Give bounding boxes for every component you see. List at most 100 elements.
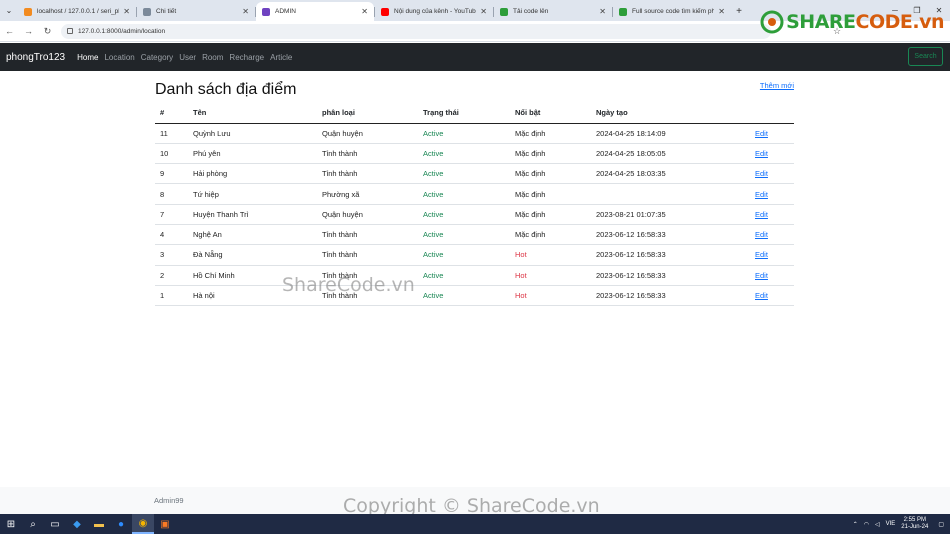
logo-share-text: SHARE: [786, 11, 856, 33]
notification-icon[interactable]: ▢: [938, 521, 944, 528]
tab-favicon-icon: [500, 7, 508, 16]
volume-icon[interactable]: ◁: [875, 521, 880, 528]
browser-tab[interactable]: Chi tiết ✕: [137, 2, 255, 21]
task-view-icon[interactable]: ▭: [44, 514, 66, 534]
nav-link-article[interactable]: Article: [270, 53, 292, 62]
cell-actions: Edit: [750, 204, 794, 225]
cell-name: Đà Nẵng: [188, 244, 317, 266]
tab-close-icon[interactable]: ✕: [480, 7, 487, 16]
table-row: 7 Huyện Thanh Trì Quận huyện Active Mặc định…: [155, 204, 794, 225]
cell-created: 2023-06-12 16:58:33: [591, 265, 750, 286]
vscode-icon[interactable]: ◆: [66, 514, 88, 534]
app-navbar: phongTro123 Home Location Category User Room…: [0, 43, 950, 71]
url-input[interactable]: 127.0.0.1:8000/admin/location: [61, 23, 771, 39]
cell-created: 2023-06-12 16:58:33: [591, 244, 750, 266]
table-row: 4 Nghệ An Tỉnh thành Active Mặc định 2023-06-…: [155, 224, 794, 246]
cell-actions: Edit: [750, 224, 794, 246]
windows-taskbar: ⊞ ⌕ ▭ ◆ ▬ ● ◉ ▣ ⌃ ◠ ◁ VIE 2:55 PM 21-Jun…: [0, 514, 950, 534]
cell-actions: Edit: [750, 163, 794, 185]
nav-link-category[interactable]: Category: [141, 53, 173, 62]
edit-link[interactable]: Edit: [755, 210, 768, 219]
edit-link[interactable]: Edit: [755, 169, 768, 178]
navbar-brand[interactable]: phongTro123: [6, 52, 65, 63]
browser-tab[interactable]: localhost / 127.0.0.1 / seri_pho ✕: [18, 2, 136, 21]
back-icon[interactable]: ←: [0, 26, 19, 36]
page-title: Danh sách địa điểm: [155, 81, 297, 98]
tab-close-icon[interactable]: ✕: [242, 7, 249, 16]
tab-close-icon[interactable]: ✕: [123, 7, 130, 16]
cell-name: Huyện Thanh Trì: [188, 204, 317, 225]
table-row: 11 Quỳnh Lưu Quận huyện Active Mặc định 2024-…: [155, 123, 794, 144]
edit-link[interactable]: Edit: [755, 149, 768, 158]
tray-chevron-icon[interactable]: ⌃: [853, 521, 858, 528]
tab-title: ADMIN: [275, 8, 296, 15]
nav-link-room[interactable]: Room: [202, 53, 223, 62]
xampp-icon[interactable]: ▣: [154, 514, 176, 534]
cell-status: Active: [418, 224, 510, 246]
edit-link[interactable]: Edit: [755, 190, 768, 199]
cell-actions: Edit: [750, 123, 794, 144]
language-indicator[interactable]: VIE: [886, 521, 896, 527]
cell-created: 2023-06-12 16:58:33: [591, 285, 750, 307]
cell-id: 4: [155, 224, 188, 246]
nav-link-recharge[interactable]: Recharge: [229, 53, 264, 62]
column-header: Ngày tạo: [591, 103, 750, 124]
cell-actions: Edit: [750, 285, 794, 307]
column-header: Nổi bật: [510, 103, 591, 124]
nav-link-user[interactable]: User: [179, 53, 196, 62]
tab-close-icon[interactable]: ✕: [599, 7, 606, 16]
cell-id: 9: [155, 163, 188, 185]
search-button[interactable]: Search: [908, 47, 943, 66]
cell-actions: Edit: [750, 183, 794, 205]
chrome-icon[interactable]: ◉: [132, 514, 154, 534]
forward-icon[interactable]: →: [19, 26, 38, 36]
tab-favicon-icon: [619, 7, 627, 16]
wifi-icon[interactable]: ◠: [864, 521, 869, 528]
edit-link[interactable]: Edit: [755, 230, 768, 239]
edit-link[interactable]: Edit: [755, 291, 768, 300]
add-new-link[interactable]: Thêm mới: [760, 81, 794, 90]
browser-tab[interactable]: ADMIN ✕: [256, 2, 374, 21]
cell-id: 11: [155, 123, 188, 144]
table-row: 8 Tứ hiệp Phường xã Active Mặc định Edit: [155, 183, 794, 205]
cell-actions: Edit: [750, 143, 794, 165]
cell-status: Active: [418, 143, 510, 165]
column-header: [750, 103, 794, 124]
edit-link[interactable]: Edit: [755, 250, 768, 259]
table-row: 3 Đà Nẵng Tỉnh thành Active Hot 2023-06-12 16…: [155, 244, 794, 266]
nav-link-home[interactable]: Home: [77, 53, 98, 62]
new-tab-button[interactable]: +: [731, 2, 747, 21]
cell-id: 1: [155, 285, 188, 307]
cell-featured: Mặc định: [510, 123, 591, 144]
cell-status: Active: [418, 204, 510, 225]
zoom-icon[interactable]: ●: [110, 514, 132, 534]
cell-id: 7: [155, 204, 188, 225]
browser-tab[interactable]: Full source code tìm kiếm phò ✕: [613, 2, 731, 21]
watermark-center: ShareCode.vn: [282, 274, 415, 296]
tab-close-icon[interactable]: ✕: [361, 7, 368, 16]
tab-close-icon[interactable]: ✕: [718, 7, 725, 16]
cell-featured: Hot: [510, 285, 591, 307]
edit-link[interactable]: Edit: [755, 271, 768, 280]
taskbar-clock[interactable]: 2:55 PM 21-Jun-24: [901, 517, 928, 531]
logo-code-text: CODE.vn: [855, 11, 945, 33]
windows-start-icon[interactable]: ⊞: [0, 514, 22, 534]
tab-favicon-icon: [381, 7, 389, 16]
browser-tab[interactable]: Nội dung của kênh - YouTube S ✕: [375, 2, 493, 21]
cell-status: Active: [418, 163, 510, 185]
cell-type: Quận huyện: [317, 204, 418, 225]
table-header-row: # Tên phân loại Trạng thái Nổi bật Ngày tạo: [155, 103, 794, 124]
system-tray: ⌃ ◠ ◁ VIE 2:55 PM 21-Jun-24 ▢: [853, 514, 950, 534]
reload-icon[interactable]: ↻: [38, 26, 57, 37]
tab-search-icon[interactable]: ⌄: [0, 0, 18, 21]
site-info-icon[interactable]: [67, 28, 73, 34]
file-explorer-icon[interactable]: ▬: [88, 514, 110, 534]
search-icon[interactable]: ⌕: [22, 514, 44, 534]
column-header: #: [155, 103, 188, 124]
cell-featured: Hot: [510, 265, 591, 286]
tab-title: Tải code lên: [513, 8, 549, 15]
browser-tab[interactable]: Tải code lên ✕: [494, 2, 612, 21]
nav-link-location[interactable]: Location: [104, 53, 134, 62]
edit-link[interactable]: Edit: [755, 129, 768, 138]
sharecode-logo-icon: [760, 10, 784, 34]
